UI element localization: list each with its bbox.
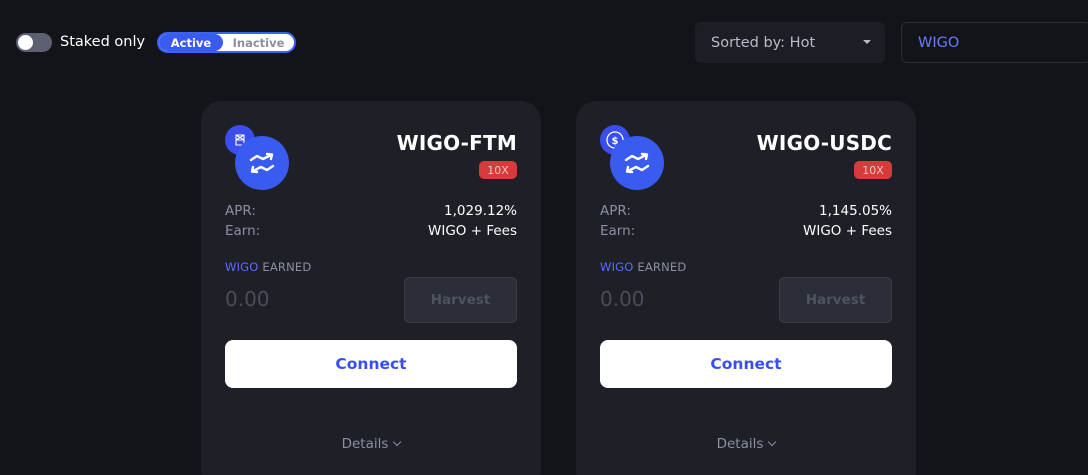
- token-pair-icons: [225, 125, 295, 190]
- active-inactive-switch: Active Inactive: [157, 32, 296, 53]
- details-label: Details: [716, 436, 764, 452]
- token-pair-icons: $: [600, 125, 670, 190]
- apr-label: APR:: [225, 203, 256, 219]
- multiplier-badge: 10X: [479, 161, 517, 179]
- apr-row: APR: 1,029.12%: [225, 202, 517, 220]
- farm-card-wigo-usdc: $ WIGO-USDC 10X APR: 1,145.05% Earn: WIG…: [576, 101, 916, 475]
- chevron-down-icon: [863, 40, 871, 44]
- multiplier-badge: 10X: [854, 161, 892, 179]
- inactive-tab[interactable]: Inactive: [223, 34, 294, 51]
- earn-label: Earn:: [225, 223, 261, 239]
- pair-name: WIGO-FTM: [396, 131, 517, 155]
- apr-value: 1,029.12%: [444, 203, 517, 219]
- earned-label: WIGO EARNED: [600, 260, 686, 274]
- earn-label: Earn:: [600, 223, 636, 239]
- earn-value: WIGO + Fees: [428, 223, 517, 239]
- wigo-icon: [235, 136, 289, 190]
- chevron-down-icon: [768, 437, 777, 447]
- active-tab[interactable]: Active: [159, 34, 223, 51]
- earn-row: Earn: WIGO + Fees: [600, 222, 892, 240]
- earned-token: WIGO: [225, 260, 259, 274]
- details-toggle[interactable]: Details: [201, 436, 541, 452]
- staked-only-toggle[interactable]: [16, 33, 52, 52]
- earned-value: 0.00: [600, 287, 645, 311]
- apr-value: 1,145.05%: [819, 203, 892, 219]
- sort-select-value: Sorted by: Hot: [711, 34, 816, 51]
- farms-page: Staked only Active Inactive Sorted by: H…: [0, 0, 1088, 475]
- farm-card-wigo-ftm: WIGO-FTM 10X APR: 1,029.12% Earn: WIGO +…: [201, 101, 541, 475]
- earned-label: WIGO EARNED: [225, 260, 311, 274]
- search-field[interactable]: [901, 22, 1088, 63]
- earn-value: WIGO + Fees: [803, 223, 892, 239]
- earned-value: 0.00: [225, 287, 270, 311]
- harvest-button[interactable]: Harvest: [404, 277, 517, 323]
- earned-token: WIGO: [600, 260, 634, 274]
- earn-row: Earn: WIGO + Fees: [225, 222, 517, 240]
- apr-row: APR: 1,145.05%: [600, 202, 892, 220]
- earned-suffix: EARNED: [262, 260, 312, 274]
- staked-only-label: Staked only: [60, 34, 146, 50]
- apr-label: APR:: [600, 203, 631, 219]
- pair-name: WIGO-USDC: [756, 131, 892, 155]
- earned-suffix: EARNED: [637, 260, 687, 274]
- connect-button[interactable]: Connect: [225, 340, 517, 388]
- harvest-button[interactable]: Harvest: [779, 277, 892, 323]
- wigo-icon: [610, 136, 664, 190]
- toggle-knob: [18, 35, 33, 50]
- chevron-down-icon: [393, 437, 402, 447]
- search-input[interactable]: [918, 34, 1078, 51]
- details-label: Details: [341, 436, 389, 452]
- details-toggle[interactable]: Details: [576, 436, 916, 452]
- connect-button[interactable]: Connect: [600, 340, 892, 388]
- sort-select[interactable]: Sorted by: Hot: [695, 22, 885, 63]
